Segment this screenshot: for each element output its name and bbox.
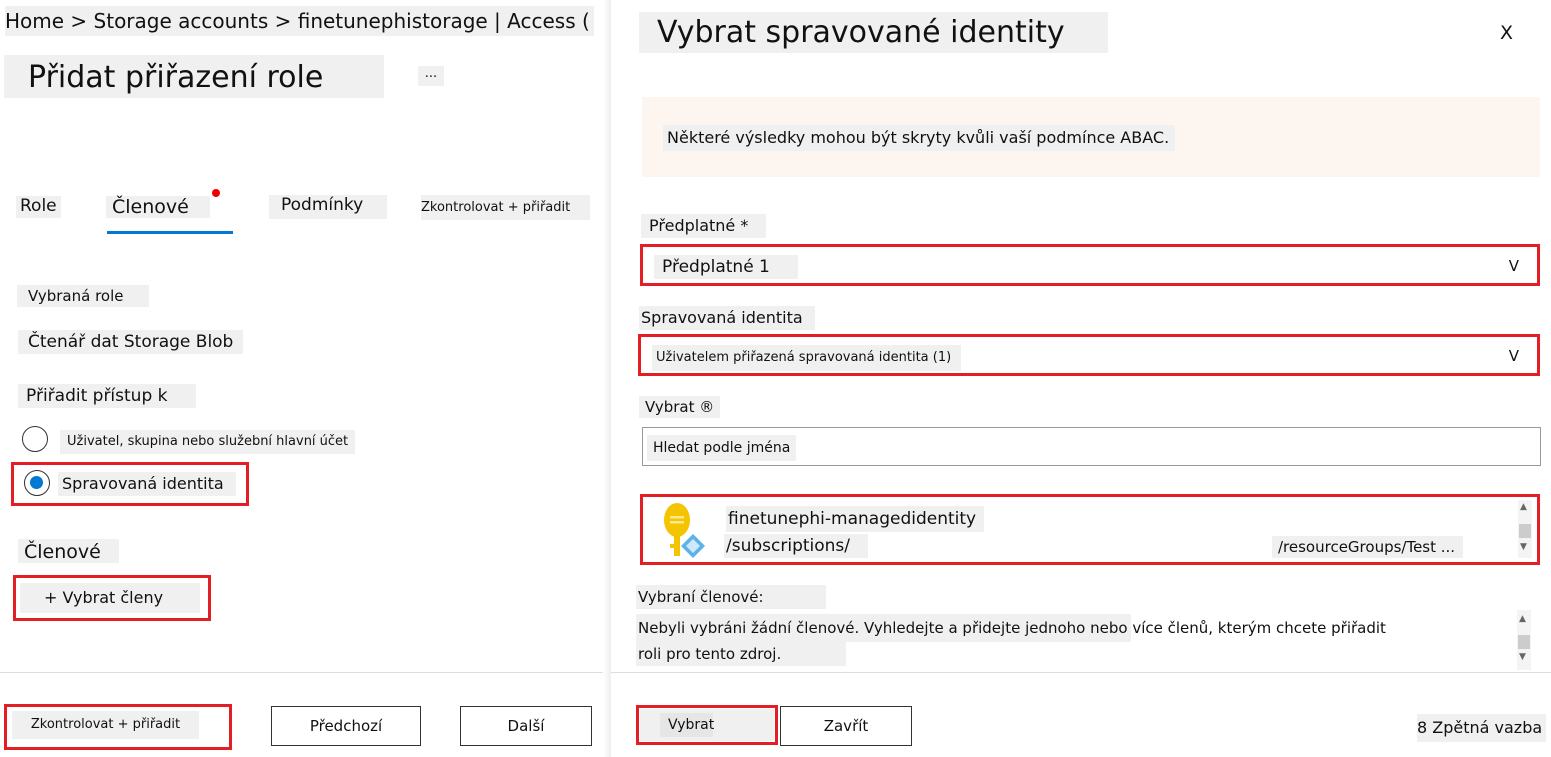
selected-role-label: Vybraná role: [17, 285, 149, 307]
radio-managed-identity[interactable]: [24, 470, 50, 496]
subscription-label: Předplatné *: [641, 214, 767, 238]
subscription-value: Předplatné 1: [654, 255, 798, 279]
radio-managed-identity-label[interactable]: Spravovaná identita: [58, 472, 236, 496]
selected-members-label: Vybraní členové:: [636, 585, 826, 609]
review-assign-button[interactable]: Zkontrolovat + přiřadit: [12, 711, 199, 739]
radio-selected-dot-icon: [30, 476, 43, 489]
radio-user-group[interactable]: [22, 426, 48, 452]
feedback-link[interactable]: 8 Zpětná vazba: [1417, 714, 1547, 742]
tab-members[interactable]: Členové: [106, 196, 210, 218]
managed-identity-dropdown[interactable]: Uživatelem přiřazená spravovaná identita…: [638, 334, 1540, 376]
selected-members-text-1: Nebyli vybráni žádní členové. Vyhledejte…: [636, 614, 1386, 642]
select-label: Vybrat ®: [639, 396, 721, 418]
breadcrumb[interactable]: Home > Storage accounts > finetunephisto…: [5, 6, 594, 36]
tab-active-indicator: [107, 231, 233, 234]
selected-members-scrollbar[interactable]: ▲ ▼: [1517, 610, 1531, 670]
next-button[interactable]: Další: [460, 706, 592, 746]
previous-button[interactable]: Předchozí: [271, 706, 421, 746]
page-title: Přidat přiřazení role: [4, 55, 384, 98]
managed-identity-label: Spravovaná identita: [639, 306, 815, 330]
subscription-dropdown[interactable]: Předplatné 1 V: [640, 244, 1540, 286]
unsaved-dot-icon: [212, 189, 220, 197]
search-input[interactable]: Hledat podle jména: [642, 427, 1541, 466]
assign-access-label: Přiřadit přístup k: [18, 384, 196, 408]
search-placeholder: Hledat podle jména: [647, 435, 797, 461]
panel-shadow: [603, 0, 611, 757]
result-path-end: /resourceGroups/Test ...: [1272, 536, 1464, 558]
abac-notice-text: Některé výsledky mohou být skryty kvůli …: [663, 125, 1176, 151]
abac-notice: Některé výsledky mohou být skryty kvůli …: [642, 97, 1540, 177]
more-button[interactable]: ...: [418, 66, 444, 86]
tab-conditions[interactable]: Podmínky: [269, 195, 387, 219]
result-scrollbar[interactable]: ▲ ▼: [1518, 500, 1532, 558]
footer-divider: [611, 672, 1551, 673]
result-name[interactable]: finetunephi-managedidentity: [726, 506, 985, 532]
close-icon[interactable]: X: [1500, 22, 1513, 44]
result-path-start: /subscriptions/: [724, 534, 869, 558]
radio-user-group-label[interactable]: Uživatel, skupina nebo služební hlavní ú…: [60, 430, 356, 454]
select-members-button[interactable]: + Vybrat členy: [20, 583, 200, 613]
select-button-label: Vybrat: [660, 713, 714, 737]
tab-role[interactable]: Role: [16, 196, 61, 218]
managed-identity-value: Uživatelem přiřazená spravovaná identita…: [652, 345, 962, 371]
close-button[interactable]: Zavřít: [780, 706, 912, 746]
select-button[interactable]: Vybrat: [640, 709, 774, 741]
members-label: Členové: [18, 539, 119, 563]
selected-members-text-2: roli pro tento zdroj.: [636, 642, 846, 666]
managed-identity-key-icon: [658, 500, 708, 560]
selected-role-value: Čtenář dat Storage Blob: [18, 330, 244, 354]
chevron-down-icon: V: [1508, 257, 1519, 275]
panel-title: Vybrat spravované identity: [639, 12, 1108, 53]
chevron-down-icon: V: [1508, 347, 1519, 365]
footer-divider: [0, 672, 608, 673]
tab-review-assign[interactable]: Zkontrolovat + přiřadit: [421, 195, 590, 220]
